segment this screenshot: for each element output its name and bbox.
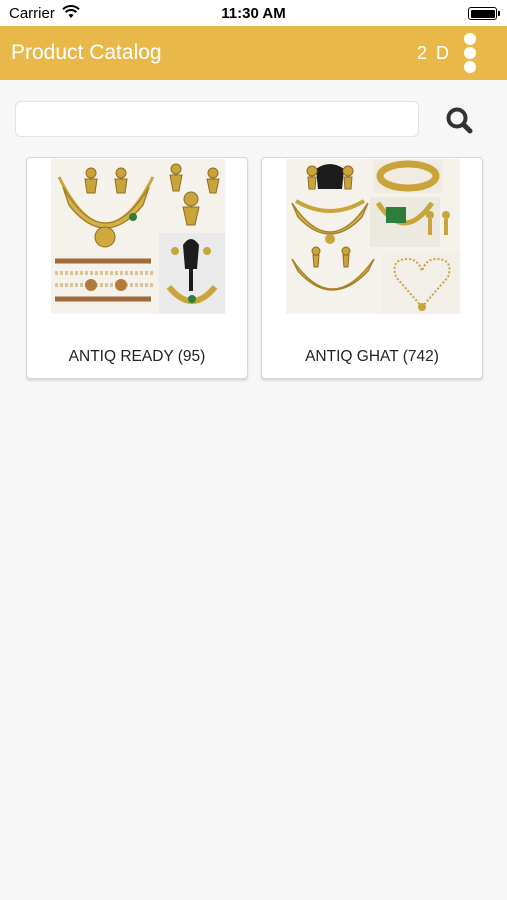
search-input[interactable]	[15, 101, 419, 137]
category-label: ANTIQ GHAT (742)	[305, 348, 439, 365]
category-thumbnail	[286, 159, 460, 314]
status-bar: Carrier 11:30 AM	[0, 0, 507, 26]
search-icon	[446, 107, 473, 134]
page-title: Product Catalog	[11, 41, 162, 64]
search-button[interactable]	[442, 103, 476, 137]
more-options-icon[interactable]	[460, 33, 480, 73]
category-card[interactable]: ANTIQ READY (95)	[26, 157, 248, 379]
header-badge[interactable]: 2 D	[417, 43, 451, 64]
category-thumbnail	[51, 159, 225, 314]
category-label: ANTIQ READY (95)	[68, 348, 206, 365]
battery-icon	[468, 7, 500, 20]
status-time: 11:30 AM	[221, 5, 286, 22]
app-header: Product Catalog 2 D	[0, 26, 507, 80]
category-card[interactable]: ANTIQ GHAT (742)	[261, 157, 483, 379]
